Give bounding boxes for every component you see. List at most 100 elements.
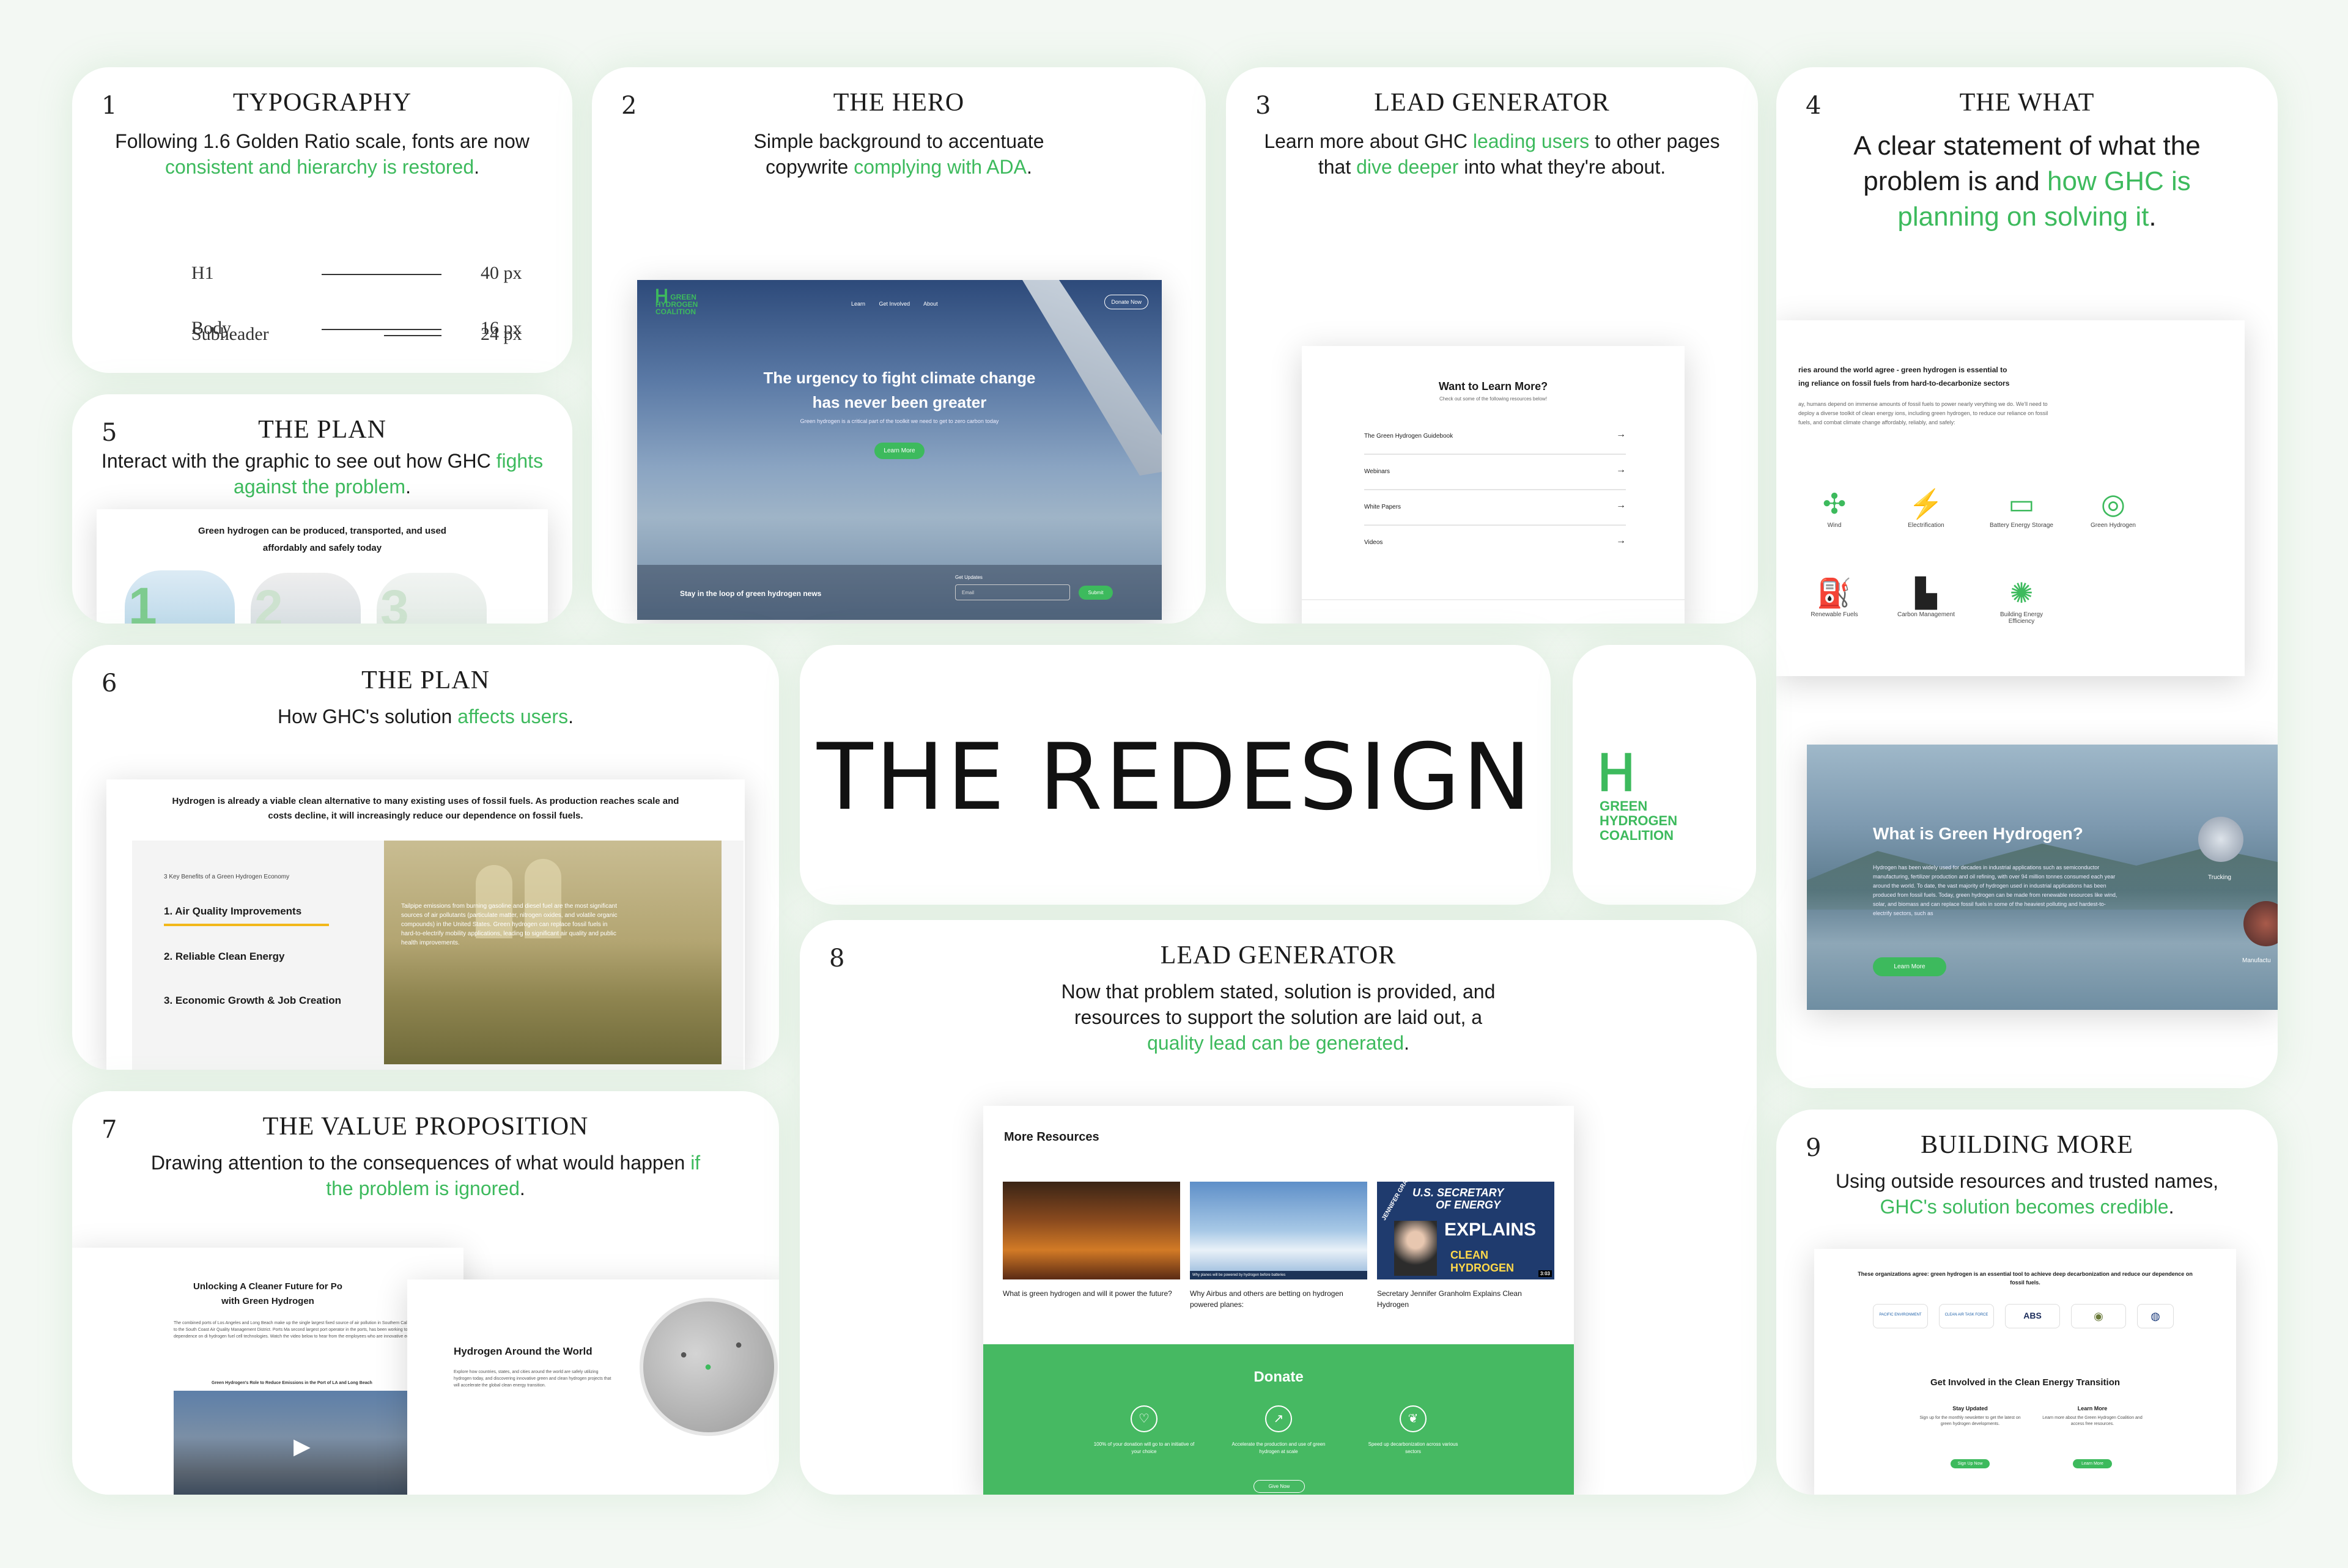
play-icon[interactable]: ▶	[294, 1434, 311, 1459]
hydrogen-icon-cell: ◎ Green Hydrogen	[2080, 485, 2147, 529]
ghc-logo-mark-icon: Ꮋ	[1600, 746, 1634, 801]
granholm-thumb: U.S. SECRETARY OF ENERGY EXPLAINS CLEAN …	[1377, 1160, 1554, 1279]
ports-mockup: Unlocking A Cleaner Future for Po with G…	[72, 1248, 463, 1495]
benefit-reliable-energy-tab[interactable]: 2. Reliable Clean Energy	[164, 951, 284, 963]
plan-step-1[interactable]: 1	[125, 570, 235, 624]
battery-icon-cell: ▭ Battery Energy Storage	[1988, 485, 2055, 529]
card-lead-generator-1: 3 LEAD GENERATOR Learn more about GHC le…	[1226, 67, 1758, 624]
leaf-icon: ❦	[1400, 1405, 1427, 1432]
headline-card: THE REDESIGN	[800, 645, 1551, 905]
ports-video[interactable]: ▶	[174, 1391, 443, 1495]
give-now-button[interactable]: Give Now	[1253, 1480, 1305, 1493]
card-description: Simple background to accentuate copywrit…	[753, 130, 1044, 178]
what-is-green-hydrogen-mockup: What is Green Hydrogen? Hydrogen has bee…	[1807, 745, 2278, 1010]
nav-get-involved[interactable]: Get Involved	[879, 301, 910, 307]
plan-graphic-heading: Green hydrogen can be produced, transpor…	[198, 526, 446, 553]
card-the-plan-benefits: 6 THE PLAN How GHC's solution affects us…	[72, 645, 779, 1070]
nav-learn[interactable]: Learn	[851, 301, 865, 307]
donate-item-2: ↗ Accelerate the production and use of g…	[1227, 1405, 1331, 1456]
logo-card: Ꮋ GREEN HYDROGEN COALITION	[1573, 645, 1756, 905]
map-pin-icon[interactable]: ●	[735, 1338, 742, 1352]
growth-chart-icon: ↗	[1265, 1405, 1292, 1432]
trucking-thumb[interactable]	[2198, 817, 2243, 862]
hero-logo: Ꮋ GREEN HYDROGEN COALITION	[655, 287, 698, 316]
card-lead-generator-2: 8 LEAD GENERATOR Now that problem stated…	[800, 920, 1757, 1495]
card-the-plan-interactive: 5 THE PLAN Interact with the graphic to …	[72, 394, 572, 624]
wind-turbine-icon-cell: ✣ Wind	[1801, 485, 1868, 529]
partner-logo-catf[interactable]: CLEAN AIR TASK FORCE	[1939, 1304, 1994, 1328]
arrow-right-icon: →	[1616, 465, 1626, 475]
partner-logo-pacific[interactable]: PACIFIC ENVIRONMENT	[1873, 1304, 1928, 1328]
lightning-icon: ⚡	[1908, 488, 1944, 520]
resource-item-guidebook[interactable]: The Green Hydrogen Guidebook →	[1364, 419, 1626, 455]
card-hero: 2 THE HERO Simple background to accentua…	[592, 67, 1206, 624]
scale-row-body: Body 16 px	[191, 318, 522, 338]
headline: THE REDESIGN	[816, 724, 1534, 831]
learn-more-mockup: Want to Learn More? Check out some of th…	[1302, 346, 1685, 624]
card-description: Interact with the graphic to see out how…	[101, 450, 544, 498]
benefit-air-quality-tab[interactable]: 1. Air Quality Improvements	[164, 905, 329, 926]
card-description: Now that problem stated, solution is pro…	[1061, 981, 1496, 1054]
hydrogen-icon: ◎	[2100, 488, 2126, 520]
resource-item-videos[interactable]: Videos →	[1364, 526, 1626, 561]
nav-about[interactable]: About	[923, 301, 938, 307]
resource-card-2[interactable]: Why planes will be powered by hydrogen b…	[1190, 1182, 1367, 1310]
resource-item-white-papers[interactable]: White Papers →	[1364, 490, 1626, 526]
resource-card-1[interactable]: What is green hydrogen and will it power…	[1003, 1182, 1180, 1299]
plan-step-2[interactable]: 2	[251, 573, 361, 624]
arrow-right-icon: →	[1616, 500, 1626, 510]
plan-step-3[interactable]: 3	[377, 573, 487, 624]
arrow-right-icon: →	[1616, 536, 1626, 546]
stay-updated-col: Stay Updated Sign up for the monthly new…	[1918, 1405, 2022, 1468]
learn-more-col: Learn More Learn more about the Green Hy…	[2040, 1405, 2144, 1468]
what-heading: ries around the world agree - green hydr…	[1798, 366, 2010, 388]
partner-logo-badge-icon[interactable]: ◍	[2137, 1304, 2174, 1328]
resource-item-webinars[interactable]: Webinars →	[1364, 455, 1626, 490]
what-learn-more-button[interactable]: Learn More	[1873, 957, 1946, 976]
world-globe[interactable]: ● ● ●	[640, 1298, 778, 1436]
plan-graphic-mockup[interactable]: Green hydrogen can be produced, transpor…	[97, 509, 548, 624]
learn-more-sub: Check out some of the following resource…	[1439, 396, 1548, 402]
resource-card-3[interactable]: U.S. SECRETARY OF ENERGY EXPLAINS CLEAN …	[1377, 1160, 1554, 1310]
presenter-photo	[1394, 1221, 1437, 1276]
bulb-icon-cell: ✺ Building Energy Efficiency	[1988, 575, 2055, 625]
benefit-economic-growth-tab[interactable]: 3. Economic Growth & Job Creation	[164, 995, 341, 1007]
what-body-text: Hydrogen has been widely used for decade…	[1873, 864, 2117, 916]
sign-up-now-button[interactable]: Sign Up Now	[1951, 1459, 1990, 1468]
card-description: Learn more about GHC leading users to ot…	[1264, 130, 1720, 178]
card-title: LEAD GENERATOR	[1160, 941, 1397, 970]
donate-title: Donate	[1253, 1369, 1304, 1385]
card-the-what: 4 THE WHAT A clear statement of what the…	[1776, 67, 2278, 1088]
wind-turbine-icon: ✣	[1822, 488, 1847, 520]
card-title: LEAD GENERATOR	[1374, 89, 1610, 117]
card-value-proposition: 7 THE VALUE PROPOSITION Drawing attentio…	[72, 1091, 779, 1495]
map-pin-icon[interactable]: ●	[680, 1348, 687, 1362]
card-title: THE VALUE PROPOSITION	[262, 1113, 589, 1141]
benefits-panel: 3 Key Benefits of a Green Hydrogen Econo…	[132, 841, 744, 1070]
hero-learn-more-button[interactable]: Learn More	[874, 443, 925, 459]
learn-more-button[interactable]: Learn More	[2073, 1459, 2112, 1468]
card-title: TYPOGRAPHY	[232, 89, 412, 117]
benefit-overlay-text: Tailpipe emissions from burning gasoline…	[401, 903, 618, 946]
newsletter-text: Stay in the loop of green hydrogen news	[680, 589, 822, 598]
partner-logo-row: PACIFIC ENVIRONMENT CLEAN AIR TASK FORCE…	[1873, 1304, 2191, 1328]
map-pin-icon[interactable]: ●	[704, 1360, 712, 1374]
card-title: BUILDING MORE	[1921, 1131, 2133, 1159]
partner-logo-abs[interactable]: ABS	[2005, 1304, 2060, 1328]
fuel-icon-cell: ⛽ Renewable Fuels	[1801, 575, 1868, 618]
donate-item-1: ♡ 100% of your donation will go to an in…	[1092, 1405, 1196, 1456]
hero-nav: Learn Get Involved About	[851, 301, 938, 307]
hero-subtext: Green hydrogen is a critical part of the…	[800, 418, 999, 424]
world-mockup: Hydrogen Around the World Explore how co…	[407, 1279, 779, 1495]
partner-logo-seal-icon[interactable]: ◉	[2071, 1304, 2126, 1328]
card-description: Drawing attention to the consequences of…	[150, 1152, 701, 1199]
scale-row-h1	[191, 269, 522, 293]
submit-button[interactable]: Submit	[1079, 586, 1113, 600]
donate-now-button[interactable]: Donate Now	[1104, 295, 1148, 309]
email-input[interactable]: Email	[955, 584, 1070, 600]
battery-icon: ▭	[2008, 488, 2035, 520]
card-title: THE HERO	[833, 89, 965, 117]
card-title: THE WHAT	[1959, 89, 2095, 117]
bulb-icon: ✺	[2009, 577, 2034, 609]
hero-mockup: Ꮋ GREEN HYDROGEN COALITION Learn Get Invol…	[637, 280, 1162, 620]
